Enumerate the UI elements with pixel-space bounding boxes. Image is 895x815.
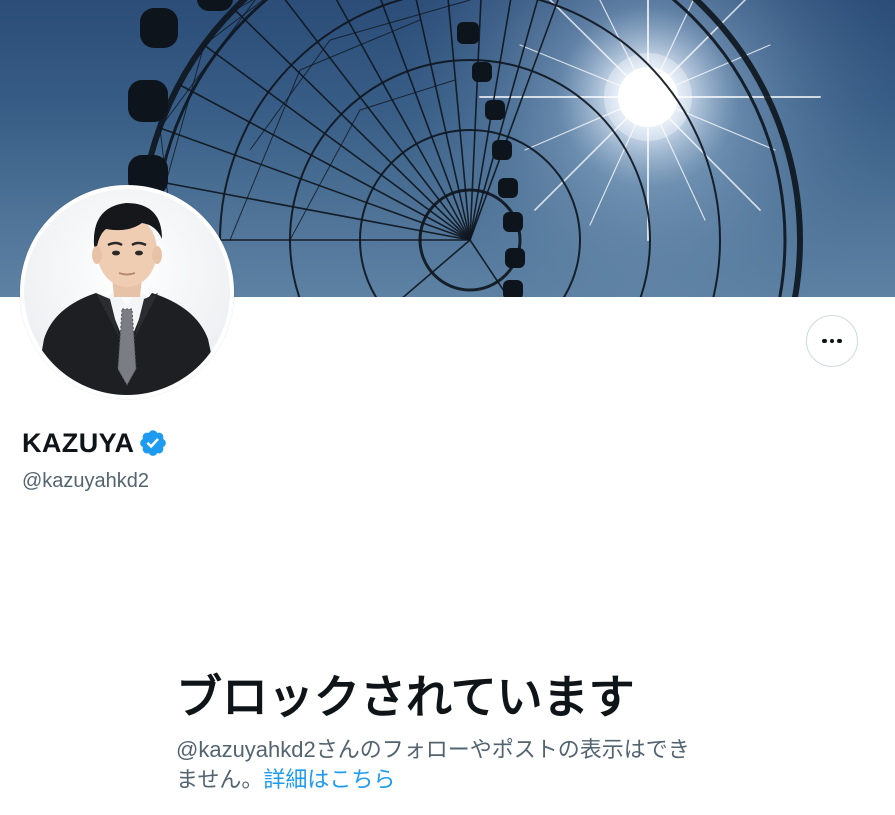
blocked-description: @kazuyahkd2さんのフォローやポストの表示はできません。詳細はこちら	[176, 735, 706, 795]
verified-badge-icon[interactable]	[138, 428, 168, 458]
blocked-message: @kazuyahkd2さんのフォローやポストの表示はできません。	[176, 737, 690, 792]
ellipsis-icon	[822, 338, 842, 344]
avatar-image	[24, 189, 230, 395]
profile-handle: @kazuyahkd2	[22, 470, 150, 492]
profile-name-row: KAZUYA	[22, 426, 168, 460]
learn-more-link[interactable]: 詳細はこちら	[263, 767, 395, 792]
profile-avatar[interactable]	[20, 185, 234, 399]
more-options-button[interactable]	[806, 315, 858, 367]
display-name: KAZUYA	[22, 428, 135, 458]
blocked-title: ブロックされています	[176, 671, 635, 723]
profile-page: KAZUYA @kazuyahkd2 ブロックされています @kazuyahkd…	[0, 0, 895, 815]
